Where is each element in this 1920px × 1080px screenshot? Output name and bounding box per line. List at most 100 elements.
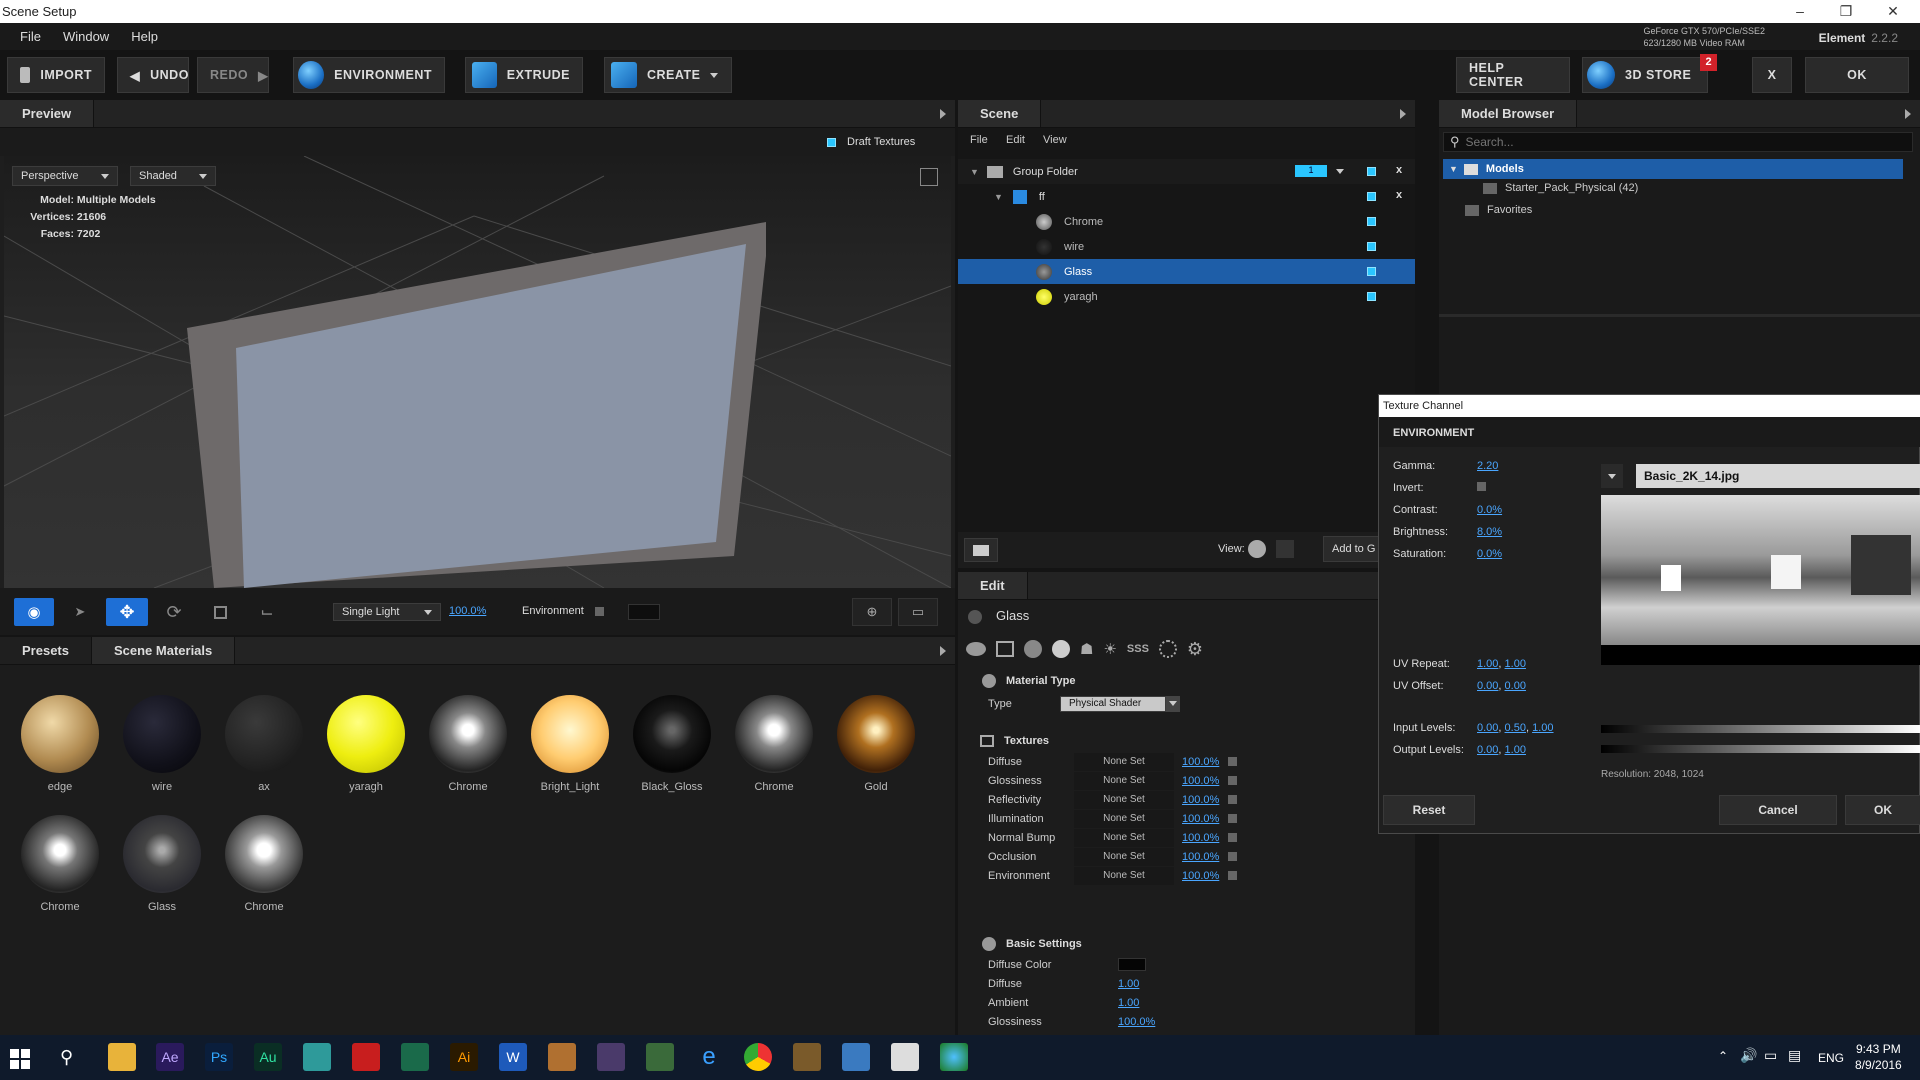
material-preset[interactable]: Chrome	[219, 815, 309, 913]
search-input[interactable]	[1465, 135, 1906, 149]
input-level-high[interactable]: 1.00	[1532, 722, 1553, 734]
scene-item[interactable]: wire	[958, 234, 1415, 259]
tree-item-models[interactable]: ▼ Models	[1443, 159, 1903, 179]
texture-slot[interactable]: None Set	[1074, 847, 1174, 866]
texture-slot[interactable]: None Set	[1074, 866, 1174, 885]
texture-strength[interactable]: 100.0%	[1182, 775, 1228, 787]
language-indicator[interactable]: ENG	[1818, 1051, 1844, 1065]
app-fruit-icon[interactable]	[793, 1043, 821, 1071]
shaded-sphere-icon[interactable]	[1024, 640, 1042, 658]
tab-scene[interactable]: Scene	[958, 100, 1042, 127]
after-effects-icon[interactable]: Ae	[156, 1043, 184, 1071]
target-button[interactable]: ⊕	[852, 598, 892, 626]
uv-repeat-u[interactable]: 1.00	[1477, 658, 1498, 670]
menu-help[interactable]: Help	[119, 23, 168, 44]
reset-button[interactable]: Reset	[1383, 795, 1475, 825]
close-window-button[interactable]: ✕	[1870, 0, 1916, 23]
texture-enable-checkbox[interactable]	[1228, 776, 1237, 785]
basic-setting-value[interactable]: 1.00	[1118, 978, 1139, 990]
chrome-icon[interactable]	[744, 1043, 772, 1071]
texture-enable-checkbox[interactable]	[1228, 871, 1237, 880]
material-preset[interactable]: wire	[117, 695, 207, 793]
uv-offset-v[interactable]: 0.00	[1505, 680, 1526, 692]
ff-delete-icon[interactable]: x	[1396, 189, 1402, 201]
brightness-value[interactable]: 8.0%	[1477, 526, 1502, 538]
group-count-badge[interactable]: 1	[1295, 165, 1327, 177]
scale-tool-button[interactable]	[200, 598, 240, 626]
collapse-preview-button[interactable]	[931, 100, 955, 127]
group-visibility-toggle[interactable]	[1367, 167, 1376, 176]
environment-color-swatch[interactable]	[628, 604, 660, 620]
basic-settings-header[interactable]: Basic Settings	[958, 932, 1415, 955]
material-preset[interactable]: Chrome	[423, 695, 513, 793]
diffuse-color-swatch[interactable]	[1118, 958, 1146, 971]
pattern-sphere-icon[interactable]	[1158, 640, 1177, 658]
collapse-presets-button[interactable]	[931, 637, 955, 664]
scene-item[interactable]: Chrome	[958, 209, 1415, 234]
word-icon[interactable]: W	[499, 1043, 527, 1071]
material-preset[interactable]: edge	[15, 695, 105, 793]
help-center-button[interactable]: HELP CENTER	[1456, 57, 1570, 93]
new-folder-button[interactable]	[964, 538, 998, 562]
volume-icon[interactable]: 🔊	[1740, 1047, 1757, 1064]
input-level-mid[interactable]: 0.50	[1505, 722, 1526, 734]
view-mode-dropdown[interactable]: Perspective	[12, 166, 118, 186]
tree-row-group-folder[interactable]: ▼ Group Folder 1 x	[958, 159, 1415, 184]
fullscreen-icon[interactable]	[920, 168, 938, 186]
axis-tool-button[interactable]: ⌙	[246, 598, 288, 626]
grid-view-icon[interactable]	[1276, 540, 1294, 558]
texture-enable-checkbox[interactable]	[1228, 795, 1237, 804]
texture-strength[interactable]: 100.0%	[1182, 851, 1228, 863]
close-scene-button[interactable]: X	[1752, 57, 1792, 93]
light-intensity-value[interactable]: 100.0%	[449, 605, 486, 617]
move-tool-button[interactable]: ✥	[106, 598, 148, 626]
texture-slot[interactable]: None Set	[1074, 809, 1174, 828]
redo-button[interactable]: REDO ▶	[197, 57, 269, 93]
material-preset[interactable]: Glass	[117, 815, 207, 913]
group-delete-icon[interactable]: x	[1396, 164, 1402, 176]
goblet-icon[interactable]: ☗	[1080, 640, 1093, 658]
material-preset[interactable]: Chrome	[15, 815, 105, 913]
expand-icon[interactable]: ▼	[1449, 164, 1458, 174]
texture-strength[interactable]: 100.0%	[1182, 870, 1228, 882]
app-calendar-icon[interactable]	[891, 1043, 919, 1071]
item-visibility-toggle[interactable]	[1367, 242, 1376, 251]
restore-button[interactable]: ❐	[1823, 0, 1869, 23]
collapse-browser-button[interactable]	[1896, 100, 1920, 127]
texture-slot[interactable]: None Set	[1074, 790, 1174, 809]
material-preset[interactable]: yaragh	[321, 695, 411, 793]
textures-header[interactable]: Textures	[958, 729, 1415, 752]
minimize-button[interactable]: –	[1777, 0, 1823, 23]
edge-browser-icon[interactable]: e	[695, 1043, 723, 1071]
texture-strength[interactable]: 100.0%	[1182, 756, 1228, 768]
contrast-value[interactable]: 0.0%	[1477, 504, 1502, 516]
tab-presets[interactable]: Presets	[0, 637, 92, 664]
tab-scene-materials[interactable]: Scene Materials	[91, 637, 236, 664]
tab-preview[interactable]: Preview	[0, 100, 95, 127]
camera-tool-button[interactable]: ◉	[14, 598, 54, 626]
clock[interactable]: 9:43 PM 8/9/2016	[1855, 1041, 1902, 1073]
texture-slot[interactable]: None Set	[1074, 771, 1174, 790]
tree-item-favorites[interactable]: Favorites	[1465, 204, 1532, 216]
texture-enable-checkbox[interactable]	[1228, 852, 1237, 861]
material-preset[interactable]: Gold	[831, 695, 921, 793]
scene-item[interactable]: yaragh	[958, 284, 1415, 309]
texture-enable-checkbox[interactable]	[1228, 833, 1237, 842]
chevron-down-icon[interactable]	[1336, 169, 1344, 174]
photoshop-icon[interactable]: Ps	[205, 1043, 233, 1071]
input-level-low[interactable]: 0.00	[1477, 722, 1498, 734]
material-preset[interactable]: Black_Gloss	[627, 695, 717, 793]
environment-checkbox[interactable]	[595, 607, 604, 616]
texture-file-name[interactable]: Basic_2K_14.jpg	[1636, 464, 1920, 488]
render-button[interactable]: ▭	[898, 598, 938, 626]
uv-repeat-v[interactable]: 1.00	[1505, 658, 1526, 670]
dialog-ok-button[interactable]: OK	[1845, 795, 1920, 825]
type-dropdown[interactable]: Physical Shader	[1060, 695, 1166, 712]
browser-splitter[interactable]	[1439, 314, 1920, 317]
rotate-tool-button[interactable]: ⟳	[154, 598, 194, 626]
app-teal-icon[interactable]	[303, 1043, 331, 1071]
sss-icon[interactable]: SSS	[1127, 643, 1149, 655]
tree-item-starter-pack[interactable]: Starter_Pack_Physical (42)	[1483, 182, 1638, 194]
texture-slot[interactable]: None Set	[1074, 752, 1174, 771]
material-preset[interactable]: Chrome	[729, 695, 819, 793]
